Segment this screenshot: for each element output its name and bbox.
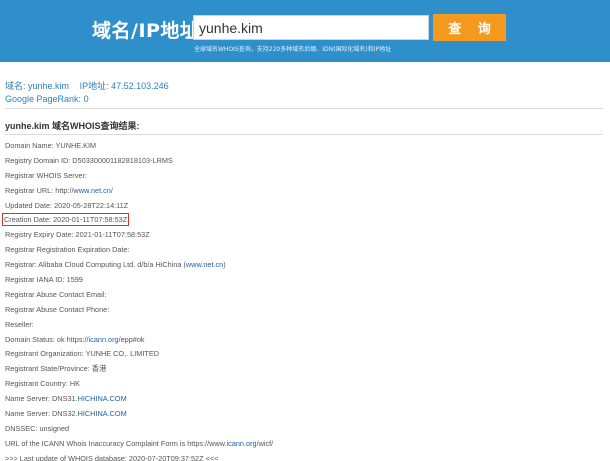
record-link[interactable]: icann.org <box>89 335 119 344</box>
whois-page: 域名/IP地址: 查 询 全球域名WHOIS查询，支持220多种域名后缀、IDN… <box>0 0 610 461</box>
record-link[interactable]: HICHINA.COM <box>78 394 127 403</box>
domain-value: yunhe.kim <box>28 81 70 91</box>
whois-record: Registrar Abuse Contact Email: <box>5 288 605 303</box>
info-divider <box>5 108 603 109</box>
record-text: Registrant Country: HK <box>5 379 81 389</box>
record-link[interactable]: icann.org <box>227 439 257 448</box>
whois-record: Registrant Country: HK <box>5 377 605 392</box>
domain-label: 域名: <box>5 81 26 91</box>
ip-label: IP地址: <box>79 81 109 91</box>
whois-records: Domain Name: YUNHE.KIM Registry Domain ID… <box>2 139 605 461</box>
record-text: Registrar Registration Expiration Date: <box>5 245 130 255</box>
record-link[interactable]: HICHINA.COM <box>78 409 127 418</box>
whois-record: Registrar Registration Expiration Date: <box>5 243 605 258</box>
record-text-suffix: /epp#ok <box>118 334 145 344</box>
whois-record: Registry Expiry Date: 2021-01-11T07:58:5… <box>5 228 605 243</box>
record-text: Registrar Abuse Contact Email: <box>5 289 107 299</box>
pagerank-label: Google PageRank: <box>5 94 82 104</box>
record-text: DNSSEC: unsigned <box>5 423 70 433</box>
record-text: >>> Last update of WHOIS database: 2020-… <box>5 453 219 461</box>
whois-record: >>> Last update of WHOIS database: 2020-… <box>5 452 605 461</box>
whois-record: URL of the ICANN Whois Inaccuracy Compla… <box>5 437 605 452</box>
record-text: Registrar: Alibaba Cloud Computing Ltd. … <box>5 260 186 270</box>
record-link[interactable]: www.net.cn <box>74 186 111 195</box>
domain-ip-line: 域名: yunhe.kim IP地址: 47.52.103.246 <box>5 79 169 92</box>
record-text: Registry Expiry Date: 2021-01-11T07:58:5… <box>5 230 150 240</box>
record-text: Registrant State/Province: 香港 <box>5 364 107 374</box>
record-text-suffix: ) <box>223 260 226 270</box>
whois-record-highlighted: Creation Date: 2020-01-11T07:58:53Z <box>2 213 605 228</box>
record-text: URL of the ICANN Whois Inaccuracy Compla… <box>5 438 227 448</box>
whois-record: Registrant Organization: YUNHE CO,. LIMI… <box>5 347 605 362</box>
record-text: Domain Status: ok https:// <box>5 334 89 344</box>
record-text: Registrar Abuse Contact Phone: <box>5 304 110 314</box>
record-link[interactable]: www.net.cn <box>186 260 223 269</box>
query-button[interactable]: 查 询 <box>433 14 506 41</box>
pagerank-value: 0 <box>83 94 89 104</box>
whois-record: Registrar WHOIS Server: <box>5 169 605 184</box>
whois-record: Name Server: DNS31.HICHINA.COM <box>5 392 605 407</box>
whois-record: DNSSEC: unsigned <box>5 422 605 437</box>
record-text: Name Server: DNS32. <box>5 409 78 419</box>
whois-record: Registrar Abuse Contact Phone: <box>5 303 605 318</box>
whois-record: Registrar IANA ID: 1599 <box>5 273 605 288</box>
record-text: Domain Name: YUNHE.KIM <box>5 141 97 150</box>
record-text: Reseller: <box>5 319 34 329</box>
whois-record: Updated Date: 2020-05-28T22:14:11Z <box>5 199 605 214</box>
whois-record: Registrant State/Province: 香港 <box>5 362 605 377</box>
record-text-suffix: / <box>110 185 113 195</box>
whois-record: Registry Domain ID: D503300001182818103-… <box>5 154 605 169</box>
pagerank-line: Google PageRank: 0 <box>5 94 89 104</box>
search-label: 域名/IP地址: <box>92 20 208 42</box>
record-text: Registry Domain ID: D503300001182818103-… <box>5 155 173 165</box>
record-text: Registrant Organization: YUNHE CO,. LIMI… <box>5 349 159 359</box>
record-text: Updated Date: 2020-05-28T22:14:11Z <box>5 200 129 210</box>
domain-search-input[interactable] <box>193 15 429 40</box>
result-title: yunhe.kim 域名WHOIS查询结果: <box>5 121 140 131</box>
whois-record: Name Server: DNS32.HICHINA.COM <box>5 407 605 422</box>
search-header: 域名/IP地址: 查 询 全球域名WHOIS查询，支持220多种域名后缀、IDN… <box>0 0 610 62</box>
whois-record: Registrar: Alibaba Cloud Computing Ltd. … <box>5 258 605 273</box>
record-text-suffix: /wicf/ <box>256 438 274 448</box>
record-text: Creation Date: 2020-01-11T07:58:53Z <box>4 215 128 225</box>
record-text: Name Server: DNS31. <box>5 394 78 404</box>
search-note: 全球域名WHOIS查询，支持220多种域名后缀、IDN(国际化域名)和IP地址 <box>194 46 392 53</box>
whois-record: Domain Name: YUNHE.KIM <box>5 139 605 154</box>
record-text: Registrar IANA ID: 1599 <box>5 275 83 285</box>
whois-record: Reseller: <box>5 318 605 333</box>
result-divider <box>5 134 603 135</box>
whois-record: Domain Status: ok https://icann.org/epp#… <box>5 333 605 348</box>
record-text: Registrar URL: http:// <box>5 185 74 195</box>
ip-value: 47.52.103.246 <box>111 81 169 91</box>
record-text: Registrar WHOIS Server: <box>5 170 87 180</box>
highlight-box: Creation Date: 2020-01-11T07:58:53Z <box>2 213 130 227</box>
whois-record: Registrar URL: http://www.net.cn/ <box>5 184 605 199</box>
